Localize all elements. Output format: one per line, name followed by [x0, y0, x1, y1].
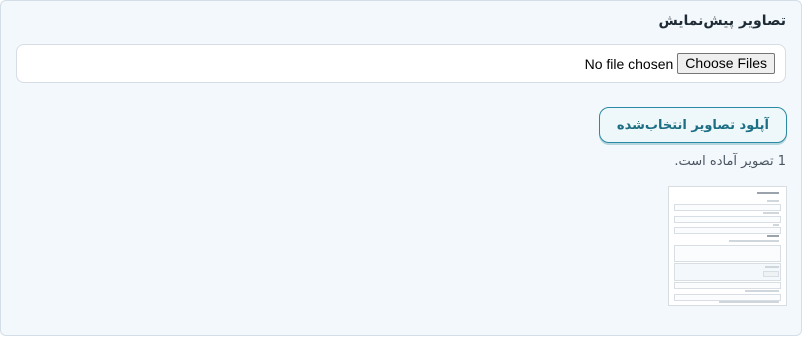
- preview-images-panel: تصاویر پیش‌نمایش Choose Files No file ch…: [0, 0, 802, 336]
- choose-files-button[interactable]: Choose Files: [677, 53, 775, 74]
- file-input[interactable]: Choose Files No file chosen: [585, 53, 775, 74]
- thumbnail-preview-content: [674, 190, 781, 303]
- section-title: تصاویر پیش‌نمایش: [658, 13, 786, 29]
- file-status-text: No file chosen: [584, 55, 674, 72]
- file-input-container: Choose Files No file chosen: [16, 44, 786, 83]
- upload-selected-images-button[interactable]: آپلود تصاویر انتخاب‌شده: [598, 107, 787, 143]
- image-thumbnail[interactable]: [668, 186, 787, 306]
- ready-status-text: 1 تصویر آماده است.: [674, 154, 786, 169]
